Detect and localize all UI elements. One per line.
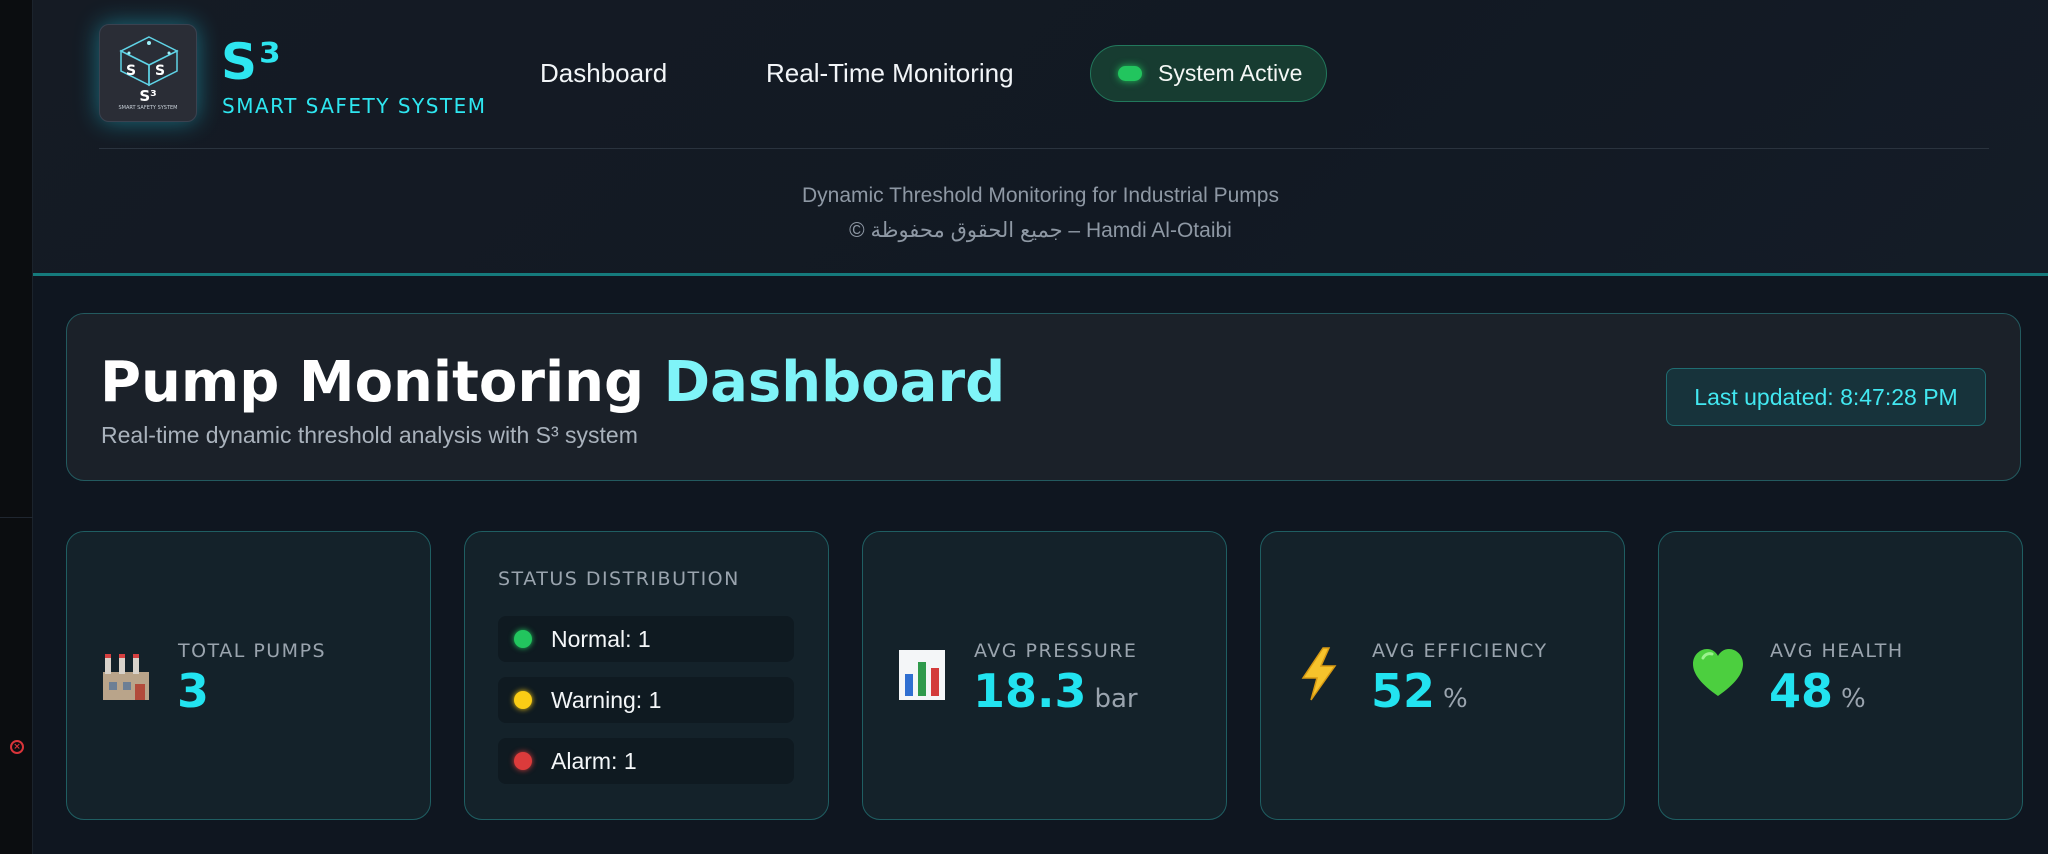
- avg-pressure-unit: bar: [1094, 684, 1138, 714]
- last-updated-badge: Last updated: 8:47:28 PM: [1666, 368, 1986, 426]
- total-pumps-value: 3: [177, 664, 210, 718]
- error-icon[interactable]: ×: [10, 740, 24, 754]
- avg-pressure-value: 18.3: [973, 664, 1087, 718]
- brand-title: S³: [221, 33, 283, 91]
- total-pumps-card: TOTAL PUMPS 3: [66, 531, 431, 820]
- lightning-icon: [1301, 647, 1337, 701]
- bar-chart-icon: [899, 650, 945, 700]
- total-pumps-label: TOTAL PUMPS: [178, 640, 327, 662]
- status-indicator-icon: [1118, 66, 1142, 81]
- avg-health-value: 48: [1769, 664, 1834, 718]
- avg-health-value-line: 48%: [1769, 664, 1866, 718]
- alarm-dot-icon: [514, 752, 532, 770]
- header-divider: [99, 148, 1989, 149]
- avg-pressure-card: AVG PRESSURE 18.3 bar: [862, 531, 1227, 820]
- avg-health-unit: %: [1841, 684, 1866, 714]
- header-copyright: © جميع الحقوق محفوظة – Hamdi Al-Otaibi: [849, 219, 1232, 242]
- brand-subtitle: SMART SAFETY SYSTEM: [222, 94, 487, 118]
- normal-dot-icon: [514, 630, 532, 648]
- avg-efficiency-value-line: 52%: [1371, 664, 1468, 718]
- app-header: S S S³ SMART SAFETY SYSTEM S³ SMART SAFE…: [33, 0, 2048, 276]
- nav-dashboard-link[interactable]: Dashboard: [540, 58, 667, 89]
- svg-text:S: S: [155, 63, 165, 79]
- avg-health-card: AVG HEALTH 48%: [1658, 531, 2023, 820]
- logo-small-text: SMART SAFETY SYSTEM: [118, 105, 178, 111]
- avg-health-label: AVG HEALTH: [1770, 640, 1904, 662]
- page-subtitle: Real-time dynamic threshold analysis wit…: [101, 422, 638, 448]
- rail-divider: [0, 517, 33, 518]
- status-row-normal: Normal: 1: [498, 616, 794, 662]
- status-warning-label: Warning: 1: [551, 687, 662, 713]
- warning-dot-icon: [514, 691, 532, 709]
- green-heart-icon: [1693, 649, 1743, 696]
- avg-efficiency-card: AVG EFFICIENCY 52%: [1260, 531, 1625, 820]
- header-tagline: Dynamic Threshold Monitoring for Industr…: [802, 184, 1279, 207]
- page-title-main: Pump Monitoring: [100, 350, 645, 415]
- dashboard-hero: Pump Monitoring Dashboard Real-time dyna…: [66, 313, 2021, 481]
- left-rail: ×: [0, 0, 33, 854]
- factory-icon: [103, 654, 149, 700]
- logo-caption: S³: [139, 87, 157, 105]
- status-distribution-card: STATUS DISTRIBUTION Normal: 1 Warning: 1…: [464, 531, 829, 820]
- avg-efficiency-label: AVG EFFICIENCY: [1372, 640, 1548, 662]
- avg-efficiency-value: 52: [1371, 664, 1436, 718]
- page-title-highlight: Dashboard: [663, 350, 1006, 415]
- avg-efficiency-unit: %: [1443, 684, 1468, 714]
- cube-logo-icon: S S: [119, 36, 179, 87]
- status-normal-label: Normal: 1: [551, 626, 651, 652]
- system-status-label: System Active: [1158, 60, 1303, 86]
- status-row-warning: Warning: 1: [498, 677, 794, 723]
- page-title: Pump Monitoring Dashboard: [100, 350, 1005, 416]
- avg-pressure-value-line: 18.3 bar: [973, 664, 1138, 718]
- svg-text:S: S: [126, 63, 136, 79]
- status-row-alarm: Alarm: 1: [498, 738, 794, 784]
- avg-pressure-label: AVG PRESSURE: [974, 640, 1138, 662]
- nav-realtime-monitoring-link[interactable]: Real-Time Monitoring: [766, 58, 1014, 89]
- status-distribution-label: STATUS DISTRIBUTION: [498, 568, 740, 590]
- logo[interactable]: S S S³ SMART SAFETY SYSTEM: [99, 24, 197, 122]
- system-status-badge: System Active: [1090, 45, 1327, 102]
- status-alarm-label: Alarm: 1: [551, 748, 637, 774]
